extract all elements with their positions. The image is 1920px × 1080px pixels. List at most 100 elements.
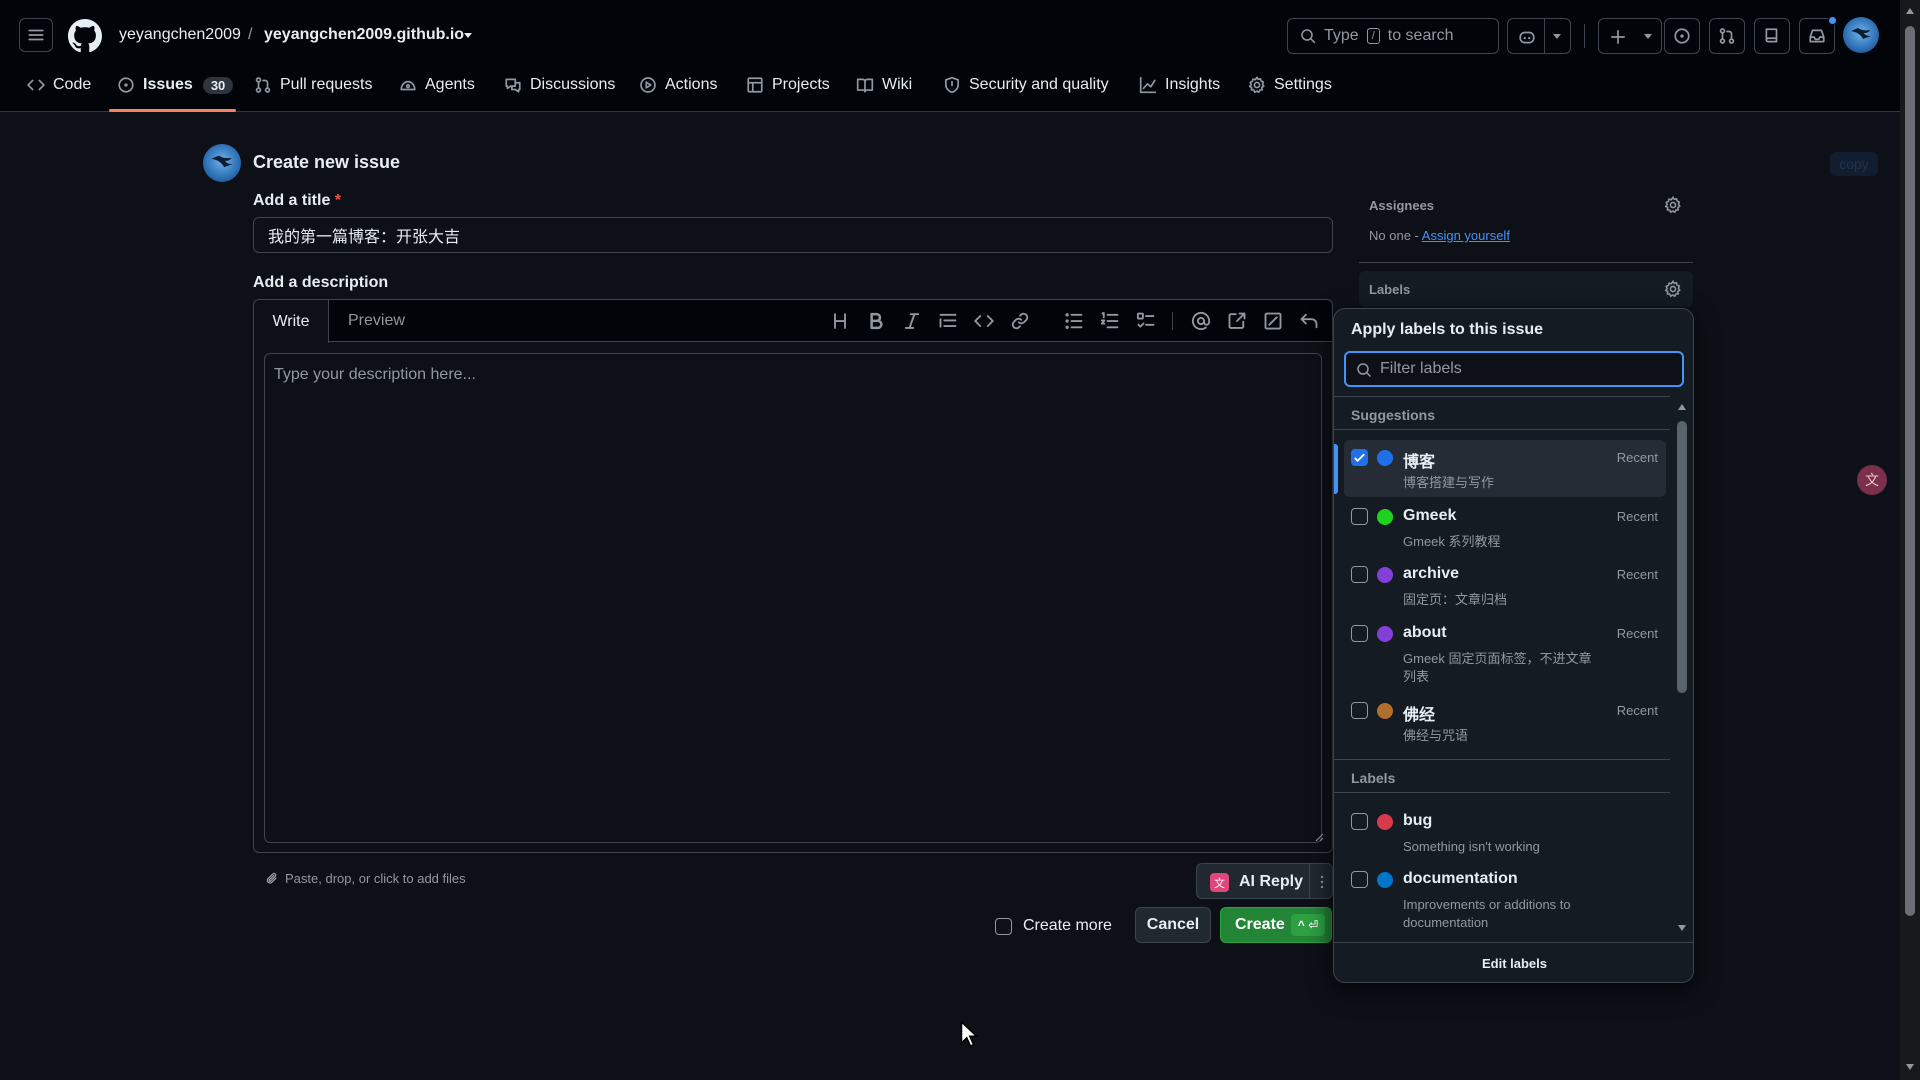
check-icon (1354, 453, 1365, 463)
copilot-button[interactable] (1507, 18, 1571, 54)
toolbar-divider (1172, 312, 1173, 330)
checkbox[interactable] (1351, 566, 1368, 583)
description-textarea[interactable]: Type your description here... (264, 353, 1322, 843)
menu-button[interactable] (19, 18, 53, 52)
page-scrollbar[interactable] (1900, 0, 1920, 1080)
scroll-up-icon[interactable] (1905, 7, 1915, 15)
avatar[interactable] (1843, 17, 1879, 53)
cancel-button[interactable]: Cancel (1135, 907, 1211, 943)
heading-icon[interactable] (830, 311, 850, 331)
tab-preview[interactable]: Preview (348, 312, 405, 330)
labels-title: Labels (1369, 282, 1411, 297)
assignees-value: No one - Assign yourself (1369, 228, 1510, 243)
translate-float-button[interactable]: 文 (1857, 465, 1887, 495)
github-logo-icon[interactable] (68, 19, 102, 53)
label-item-bug[interactable]: bug Something isn't working (1344, 804, 1666, 861)
title-input[interactable]: 我的第一篇博客：开张大吉 (253, 217, 1333, 253)
filter-labels-input[interactable]: Filter labels (1344, 351, 1684, 387)
saved-replies-icon[interactable] (1263, 311, 1283, 331)
scrollbar-thumb[interactable] (1905, 26, 1915, 916)
breadcrumb-repo[interactable]: yeyangchen2009.github.io (264, 26, 464, 44)
gear-icon[interactable] (1664, 196, 1682, 214)
label-description: Gmeek 固定页面标签，不进文章列表 (1403, 651, 1592, 684)
label-item-documentation[interactable]: documentation Improvements or additions … (1344, 862, 1666, 937)
checkbox[interactable] (1351, 813, 1368, 830)
gear-icon[interactable] (1664, 280, 1682, 298)
unordered-list-icon[interactable] (1064, 311, 1084, 331)
assign-yourself-link[interactable]: Assign yourself (1422, 228, 1510, 243)
create-new-button[interactable] (1598, 18, 1662, 54)
label-name: Gmeek (1403, 507, 1457, 524)
tab-insights[interactable]: Insights (1139, 74, 1220, 96)
tab-issues[interactable]: Issues 30 (117, 74, 234, 96)
notifications-button[interactable] (1799, 16, 1837, 54)
labels-scrollbar[interactable] (1670, 397, 1693, 942)
tab-agents[interactable]: Agents (399, 74, 475, 96)
checkbox[interactable] (1351, 702, 1368, 719)
label-item-blog[interactable]: 博客 博客搭建与写作 Recent (1344, 440, 1666, 497)
title-label-text: Add a title (253, 192, 331, 209)
tab-discussions[interactable]: Discussions (504, 74, 615, 96)
author-avatar (203, 144, 241, 182)
checkbox[interactable] (995, 917, 1012, 935)
resize-handle-icon[interactable] (1314, 832, 1324, 842)
scrollbar-thumb[interactable] (1677, 421, 1687, 693)
label-item-gmeek[interactable]: Gmeek Gmeek 系列教程 Recent (1344, 499, 1666, 556)
tab-wiki[interactable]: Wiki (856, 74, 912, 96)
label-description: 博客搭建与写作 (1403, 475, 1495, 490)
labels-dropdown: Apply labels to this issue Filter labels… (1333, 308, 1694, 983)
quote-icon[interactable] (938, 311, 958, 331)
chevron-down-icon[interactable] (462, 31, 474, 41)
shield-icon (944, 76, 960, 94)
chevron-down-icon (1553, 34, 1561, 39)
label-item-archive[interactable]: archive 固定页：文章归档 Recent (1344, 557, 1666, 614)
copilot-icon (1519, 31, 1535, 44)
tab-actions[interactable]: Actions (639, 74, 717, 96)
create-button[interactable]: Create ^ ⏎ (1220, 907, 1332, 943)
code-icon[interactable] (974, 311, 994, 331)
tab-security[interactable]: Security and quality (943, 74, 1109, 96)
tab-code[interactable]: Code (27, 74, 91, 96)
tab-write[interactable]: Write (254, 300, 329, 343)
checkbox-checked[interactable] (1351, 449, 1368, 466)
tab-projects[interactable]: Projects (746, 74, 830, 96)
tab-pull-requests[interactable]: Pull requests (254, 74, 373, 96)
create-more-checkbox[interactable]: Create more (995, 917, 1112, 935)
mention-icon[interactable] (1191, 311, 1211, 331)
breadcrumb-owner[interactable]: yeyangchen2009 (119, 26, 241, 44)
link-icon[interactable] (1010, 311, 1030, 331)
tab-label: Agents (425, 76, 475, 93)
issues-button[interactable] (1664, 18, 1700, 54)
label-name: archive (1403, 565, 1460, 582)
label-item-sutra[interactable]: 佛经 佛经与咒语 Recent (1344, 693, 1666, 750)
tab-settings[interactable]: Settings (1248, 74, 1332, 96)
tab-label: Issues (143, 76, 193, 93)
scroll-down-icon[interactable] (1677, 924, 1687, 932)
ai-reply-button[interactable]: 文 AI Reply (1196, 863, 1333, 899)
undo-icon[interactable] (1299, 311, 1319, 331)
ordered-list-icon[interactable] (1100, 311, 1120, 331)
label-item-about[interactable]: about Gmeek 固定页面标签，不进文章列表 Recent (1344, 616, 1666, 691)
checkbox[interactable] (1351, 625, 1368, 642)
recent-tag: Recent (1616, 450, 1658, 465)
search-input[interactable]: Type / to search (1287, 18, 1499, 54)
italic-icon[interactable] (902, 311, 922, 331)
kebab-menu-icon[interactable] (1316, 875, 1328, 889)
task-list-icon[interactable] (1136, 311, 1156, 331)
active-item-indicator (1334, 444, 1338, 494)
labels-sidebar-button[interactable]: Labels (1359, 271, 1693, 307)
pull-request-icon (255, 77, 271, 93)
copy-button[interactable]: copy (1830, 152, 1878, 176)
tab-label: Discussions (530, 76, 616, 93)
pull-requests-button[interactable] (1709, 18, 1745, 54)
scroll-down-icon[interactable] (1905, 1063, 1915, 1071)
edit-labels-link[interactable]: Edit labels (1334, 942, 1693, 982)
cross-reference-icon[interactable] (1227, 311, 1247, 331)
checkbox[interactable] (1351, 508, 1368, 525)
scroll-up-icon[interactable] (1677, 403, 1687, 411)
description-label: Add a description (253, 274, 389, 291)
checkbox[interactable] (1351, 871, 1368, 888)
repositories-button[interactable] (1754, 18, 1790, 54)
bold-icon[interactable] (866, 311, 886, 331)
attach-files-hint[interactable]: Paste, drop, or click to add files (265, 871, 466, 886)
